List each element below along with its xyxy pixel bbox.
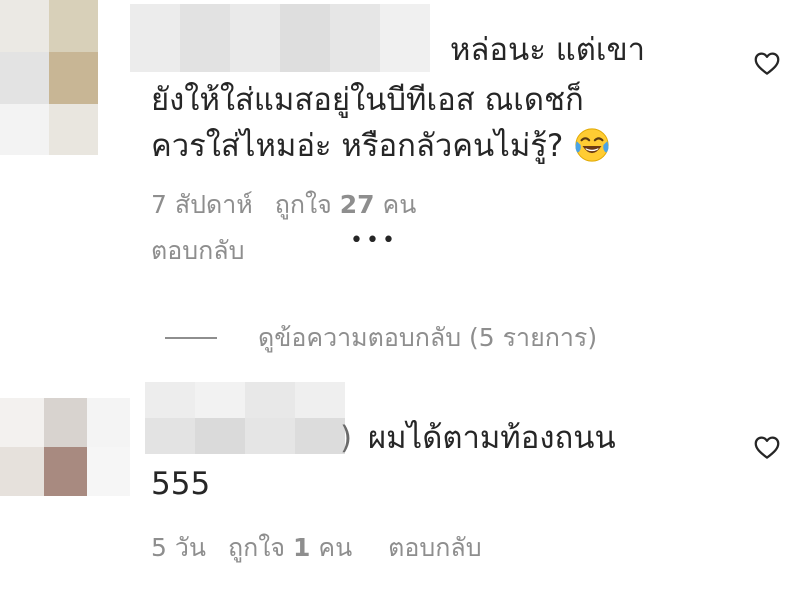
likes-prefix: ถูกใจ	[274, 190, 332, 219]
comment-1: หล่อนะ แต่เขา ยังให้ใส่แมสอยู่ในบีทีเอส …	[0, 0, 800, 352]
comment-text-line-2: 555	[151, 466, 211, 502]
comment-text-line-3: ควรใส่ไหมอ่ะ หรือกลัวคนไม่รู้?	[151, 121, 611, 171]
likes-number: 1	[293, 533, 311, 562]
replies-divider	[165, 337, 217, 339]
reply-button[interactable]: ตอบกลับ	[151, 231, 244, 271]
more-options-icon[interactable]: •••	[350, 228, 398, 253]
likes-suffix: คน	[382, 190, 417, 219]
heart-outline-icon[interactable]	[752, 48, 782, 78]
comment-meta-row: 7 สัปดาห์ ถูกใจ 27 คน	[151, 185, 416, 225]
username-end-fragment: )	[340, 420, 353, 456]
comment-text-line-1: ผมได้ตามท้องถนน	[368, 420, 616, 456]
username-blurred[interactable]	[145, 382, 345, 454]
avatar[interactable]	[0, 398, 130, 496]
likes-number: 27	[339, 190, 375, 219]
username-blurred[interactable]	[130, 4, 430, 72]
view-replies-button[interactable]: ดูข้อความตอบกลับ (5 รายการ)	[258, 318, 597, 358]
comment-time[interactable]: 5 วัน	[151, 533, 206, 562]
comment-text-line-3-text: ควรใส่ไหมอ่ะ หรือกลัวคนไม่รู้?	[151, 128, 564, 164]
comment-2: ) ผมได้ตามท้องถนน 555 5 วัน ถูกใจ 1 คน ต…	[0, 370, 800, 594]
comment-text-line-2: ยังให้ใส่แมสอยู่ในบีทีเอส ณเดชก็	[151, 82, 584, 118]
comment-meta-row: 5 วัน ถูกใจ 1 คน ตอบกลับ	[151, 528, 482, 568]
likes-count[interactable]: ถูกใจ 1 คน	[228, 533, 360, 562]
likes-prefix: ถูกใจ	[227, 533, 286, 562]
reply-button[interactable]: ตอบกลับ	[388, 533, 481, 562]
comment-text-line-1: หล่อนะ แต่เขา	[450, 32, 646, 68]
likes-count[interactable]: ถูกใจ 27 คน	[275, 190, 417, 219]
comment-time[interactable]: 7 สัปดาห์	[151, 190, 253, 219]
likes-suffix: คน	[318, 533, 353, 562]
face-with-tears-of-joy-emoji	[575, 128, 609, 162]
heart-outline-icon[interactable]	[752, 432, 782, 462]
avatar[interactable]	[0, 0, 98, 155]
